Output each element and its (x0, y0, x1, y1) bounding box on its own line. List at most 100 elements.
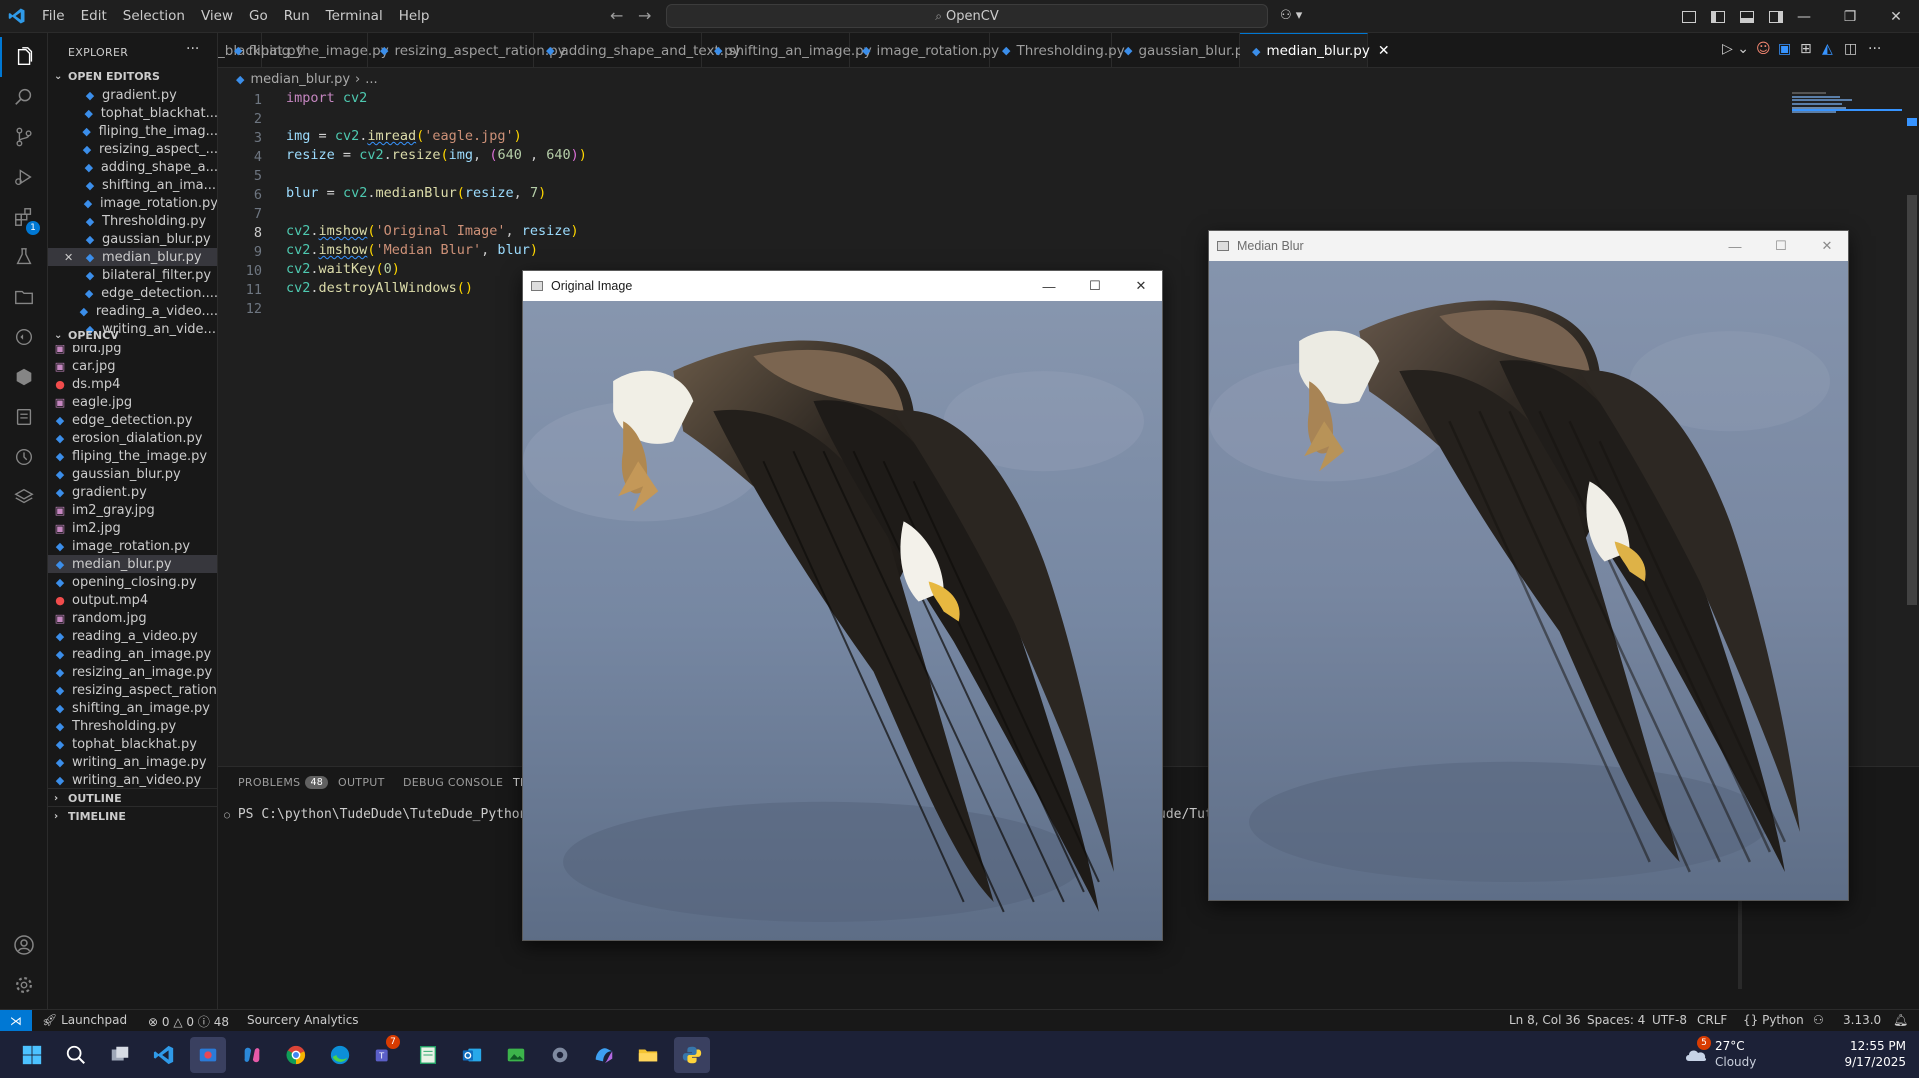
breadcrumb-file[interactable]: median_blur.py (250, 72, 350, 87)
close-button[interactable]: ✕ (1804, 231, 1848, 261)
menu-selection[interactable]: Selection (115, 0, 193, 33)
open-editors-header[interactable]: ⌄ OPEN EDITORS (48, 66, 217, 86)
open-editor-item[interactable]: ✕ ◆ median_blur.py (48, 248, 217, 266)
outlook-icon[interactable] (454, 1037, 490, 1073)
file-item[interactable]: ◆ resizing_aspect_ration... (48, 681, 217, 699)
toggle-panel-icon[interactable] (1740, 11, 1755, 23)
preview-icon[interactable]: ▣ (1778, 41, 1791, 57)
command-center-search[interactable]: ⌕ OpenCV (666, 4, 1268, 28)
explorer-icon[interactable] (0, 37, 48, 77)
run-debug-icon[interactable] (0, 157, 48, 197)
open-editor-item[interactable]: ◆ adding_shape_a... (48, 158, 217, 176)
editor-tab[interactable]: ◆ median_blur.py ✕ (1240, 33, 1390, 67)
more-actions-icon[interactable]: ··· (1868, 41, 1881, 57)
settings-gear-icon[interactable] (0, 965, 48, 1005)
editor-tab[interactable]: ◆ image_rotation.py (850, 33, 999, 67)
file-item[interactable]: ▣ im2_gray.jpg (48, 501, 217, 519)
editor-tab[interactable]: ◆ Thresholding.py (990, 33, 1125, 67)
menu-edit[interactable]: Edit (73, 0, 115, 33)
file-item[interactable]: ● ds.mp4 (48, 375, 217, 393)
file-item[interactable]: ▣ bird.jpg (48, 345, 217, 357)
file-item[interactable]: ▣ random.jpg (48, 609, 217, 627)
file-item[interactable]: ◆ Thresholding.py (48, 717, 217, 735)
editor-tab[interactable]: ◆ adding_shape_and_text.py (534, 33, 741, 67)
taskbar-search-icon[interactable] (58, 1037, 94, 1073)
customize-layout-icon[interactable] (1682, 11, 1696, 23)
close-tab-icon[interactable]: ✕ (1378, 43, 1390, 59)
menu-go[interactable]: Go (241, 0, 276, 33)
sourcery-analytics[interactable]: Sourcery Analytics (247, 1013, 359, 1027)
maximize-button[interactable]: ☐ (1758, 231, 1804, 261)
layers-icon[interactable] (0, 477, 48, 517)
file-item[interactable]: ◆ edge_detection.py (48, 411, 217, 429)
minimap[interactable] (1792, 90, 1902, 120)
file-item[interactable]: ◆ fliping_the_image.py (48, 447, 217, 465)
clock-date[interactable]: 9/17/2025 (1820, 1055, 1906, 1069)
copilot-taskbar-icon[interactable] (234, 1037, 270, 1073)
menu-run[interactable]: Run (276, 0, 318, 33)
file-item[interactable]: ▣ im2.jpg (48, 519, 217, 537)
file-item[interactable]: ● output.mp4 (48, 591, 217, 609)
file-item[interactable]: ◆ reading_an_image.py (48, 645, 217, 663)
remote-explorer-icon[interactable] (0, 317, 48, 357)
file-item[interactable]: ◆ erosion_dialation.py (48, 429, 217, 447)
tab-output[interactable]: OUTPUT (338, 776, 385, 789)
editor-tab[interactable]: ◆ fliping_the_image.py (222, 33, 389, 67)
file-item[interactable]: ◆ median_blur.py (48, 555, 217, 573)
tool-icon[interactable]: ◭ (1822, 41, 1833, 57)
chrome-icon[interactable] (278, 1037, 314, 1073)
menu-terminal[interactable]: Terminal (318, 0, 391, 33)
terminal-prompt[interactable]: ○ PS C:\python\TudeDude\TuteDude_Python\… (224, 807, 559, 822)
file-item[interactable]: ▣ eagle.jpg (48, 393, 217, 411)
windows-start-icon[interactable] (14, 1037, 50, 1073)
copilot-face-icon[interactable]: ☺ (1756, 41, 1771, 57)
open-editor-item[interactable]: ◆ fliping_the_imag... (48, 122, 217, 140)
open-editor-item[interactable]: ◆ tophat_blackhat... (48, 104, 217, 122)
editor-tab[interactable]: ◆ resizing_aspect_ration.py (368, 33, 566, 67)
python-taskbar-icon[interactable] (674, 1037, 710, 1073)
minimize-button[interactable]: — (1712, 231, 1758, 261)
file-item[interactable]: ◆ writing_an_video.py (48, 771, 217, 788)
file-item[interactable]: ◆ reading_a_video.py (48, 627, 217, 645)
restore-button[interactable]: ❐ (1827, 0, 1873, 33)
python-version[interactable]: 3.13.0 (1843, 1013, 1881, 1027)
open-editor-item[interactable]: ◆ shifting_an_ima... (48, 176, 217, 194)
menu-file[interactable]: File (34, 0, 73, 33)
edge-icon[interactable] (322, 1037, 358, 1073)
open-editor-item[interactable]: ◆ Thresholding.py (48, 212, 217, 230)
open-changes-icon[interactable]: ⊞ (1800, 41, 1812, 57)
snipping-tool-icon[interactable] (190, 1037, 226, 1073)
median-window-titlebar[interactable]: Median Blur — ☐ ✕ (1209, 231, 1848, 261)
file-item[interactable]: ◆ gaussian_blur.py (48, 465, 217, 483)
vscode-taskbar-icon[interactable] (146, 1037, 182, 1073)
line-ending[interactable]: CRLF (1697, 1013, 1727, 1027)
notifications-bell-icon[interactable]: 🔔︎ (1893, 1013, 1908, 1027)
problems-status[interactable]: ⊗ 0 △ 0 ⓘ 48 (148, 1013, 229, 1030)
outline-header[interactable]: › OUTLINE (48, 788, 217, 808)
open-editor-item[interactable]: ◆ gradient.py (48, 86, 217, 104)
minimize-button[interactable]: — (1781, 0, 1827, 33)
launchpad-item[interactable]: 🚀︎ Launchpad (42, 1013, 127, 1027)
file-item[interactable]: ◆ shifting_an_image.py (48, 699, 217, 717)
remote-indicator-icon[interactable]: ⋊ (0, 1010, 32, 1032)
breadcrumb-rest[interactable]: ... (365, 72, 377, 87)
file-item[interactable]: ▣ car.jpg (48, 357, 217, 375)
close-window-button[interactable]: ✕ (1873, 0, 1919, 33)
timeline-extension-icon[interactable] (0, 437, 48, 477)
open-editor-item[interactable]: ◆ reading_a_video.... (48, 302, 217, 320)
file-explorer-icon[interactable] (630, 1037, 666, 1073)
open-editor-item[interactable]: ◆ image_rotation.py (48, 194, 217, 212)
open-editor-item[interactable]: ◆ gaussian_blur.py (48, 230, 217, 248)
notebook-icon[interactable] (0, 397, 48, 437)
forward-arrow-icon[interactable]: → (638, 6, 651, 25)
open-editor-item[interactable]: ◆ resizing_aspect_... (48, 140, 217, 158)
tab-debug-console[interactable]: DEBUG CONSOLE (403, 776, 503, 789)
file-item[interactable]: ◆ image_rotation.py (48, 537, 217, 555)
m365-icon[interactable] (586, 1037, 622, 1073)
settings-taskbar-icon[interactable] (542, 1037, 578, 1073)
tab-problems[interactable]: PROBLEMS 48 (238, 776, 329, 789)
photos-icon[interactable] (498, 1037, 534, 1073)
file-item[interactable]: ◆ writing_an_image.py (48, 753, 217, 771)
timeline-header[interactable]: › TIMELINE (48, 806, 217, 826)
open-editor-item[interactable]: ◆ edge_detection.... (48, 284, 217, 302)
